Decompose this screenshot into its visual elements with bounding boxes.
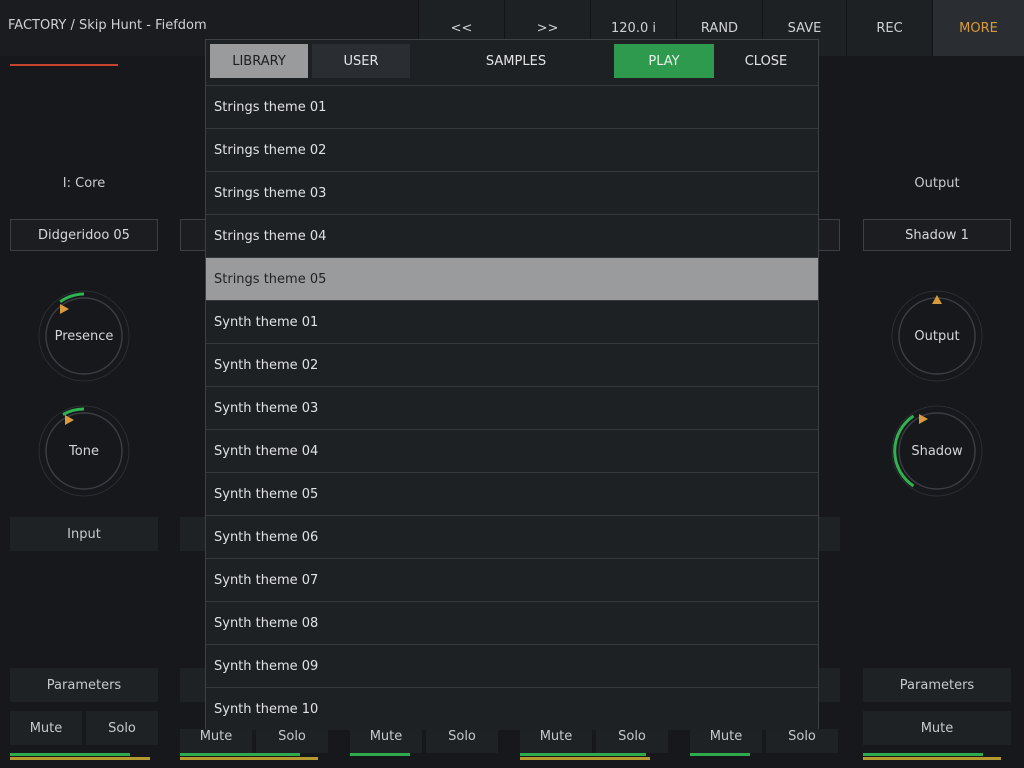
column5-preset-selector[interactable] xyxy=(818,219,840,251)
list-item[interactable]: Synth theme 06 xyxy=(206,515,818,558)
list-item[interactable]: Synth theme 08 xyxy=(206,601,818,644)
column4-level-meter xyxy=(520,753,646,756)
column2-level-meter-2 xyxy=(180,757,318,760)
left-solo-button[interactable]: Solo xyxy=(86,711,158,745)
list-item-selected[interactable]: Strings theme 05 xyxy=(206,257,818,300)
progress-indicator xyxy=(10,64,118,66)
input-button[interactable]: Input xyxy=(10,517,158,551)
column5-solo-button[interactable]: Solo xyxy=(766,729,838,753)
column3-mute-button[interactable]: Mute xyxy=(350,729,422,753)
column5-input-button[interactable] xyxy=(819,517,840,551)
left-level-meter-2 xyxy=(10,757,150,760)
preset-title[interactable]: FACTORY / Skip Hunt - Fiefdom xyxy=(8,18,207,33)
list-item[interactable]: Synth theme 07 xyxy=(206,558,818,601)
list-item[interactable]: Synth theme 01 xyxy=(206,300,818,343)
right-preset-selector[interactable]: Shadow 1 xyxy=(863,219,1011,251)
list-item[interactable]: Strings theme 04 xyxy=(206,214,818,257)
samples-tab[interactable]: SAMPLES xyxy=(414,44,618,78)
list-item[interactable]: Strings theme 02 xyxy=(206,128,818,171)
close-button[interactable]: CLOSE xyxy=(716,44,816,78)
play-button[interactable]: PLAY xyxy=(614,44,714,78)
column5-parameters-button[interactable] xyxy=(819,668,840,702)
output-knob[interactable]: Output xyxy=(889,288,985,384)
preset-browser-dialog: LIBRARY USER SAMPLES PLAY CLOSE Strings … xyxy=(205,39,819,730)
right-column-title: Output xyxy=(914,176,960,191)
preset-list: Strings theme 01 Strings theme 02 String… xyxy=(206,85,818,730)
list-item[interactable]: Synth theme 02 xyxy=(206,343,818,386)
column4-solo-button[interactable]: Solo xyxy=(596,729,668,753)
column4-mute-button[interactable]: Mute xyxy=(520,729,592,753)
left-preset-selector[interactable]: Didgeridoo 05 xyxy=(10,219,158,251)
list-item[interactable]: Synth theme 04 xyxy=(206,429,818,472)
column3-solo-button[interactable]: Solo xyxy=(426,729,498,753)
column2-solo-button[interactable]: Solo xyxy=(256,729,328,753)
library-tab[interactable]: LIBRARY xyxy=(210,44,308,78)
list-item[interactable]: Strings theme 03 xyxy=(206,171,818,214)
record-button[interactable]: REC xyxy=(846,0,932,56)
left-parameters-button[interactable]: Parameters xyxy=(10,668,158,702)
list-item[interactable]: Synth theme 05 xyxy=(206,472,818,515)
right-level-meter-2 xyxy=(863,757,1001,760)
column2-level-meter xyxy=(180,753,300,756)
column5-level-meter xyxy=(690,753,750,756)
list-item[interactable]: Synth theme 09 xyxy=(206,644,818,687)
left-level-meter xyxy=(10,753,130,756)
shadow-label: Shadow xyxy=(911,443,963,459)
output-label: Output xyxy=(914,328,960,344)
left-column-title: I: Core xyxy=(62,176,106,191)
column2-parameters-button[interactable] xyxy=(180,668,205,702)
left-mute-button[interactable]: Mute xyxy=(10,711,82,745)
presence-label: Presence xyxy=(54,328,114,344)
tone-knob[interactable]: Tone xyxy=(36,403,132,499)
more-button[interactable]: MORE xyxy=(932,0,1024,56)
shadow-knob[interactable]: Shadow xyxy=(889,403,985,499)
column3-level-meter xyxy=(350,753,410,756)
column4-level-meter-2 xyxy=(520,757,650,760)
list-item[interactable]: Strings theme 01 xyxy=(206,85,818,128)
right-mute-button[interactable]: Mute xyxy=(863,711,1011,745)
column5-mute-button[interactable]: Mute xyxy=(690,729,762,753)
right-level-meter xyxy=(863,753,983,756)
right-parameters-button[interactable]: Parameters xyxy=(863,668,1011,702)
list-item[interactable]: Synth theme 10 xyxy=(206,687,818,730)
list-item[interactable]: Synth theme 03 xyxy=(206,386,818,429)
presence-knob[interactable]: Presence xyxy=(36,288,132,384)
column2-mute-button[interactable]: Mute xyxy=(180,729,252,753)
column2-preset-selector[interactable] xyxy=(180,219,206,251)
user-tab[interactable]: USER xyxy=(312,44,410,78)
column2-input-button[interactable] xyxy=(180,517,205,551)
tone-label: Tone xyxy=(69,443,99,459)
